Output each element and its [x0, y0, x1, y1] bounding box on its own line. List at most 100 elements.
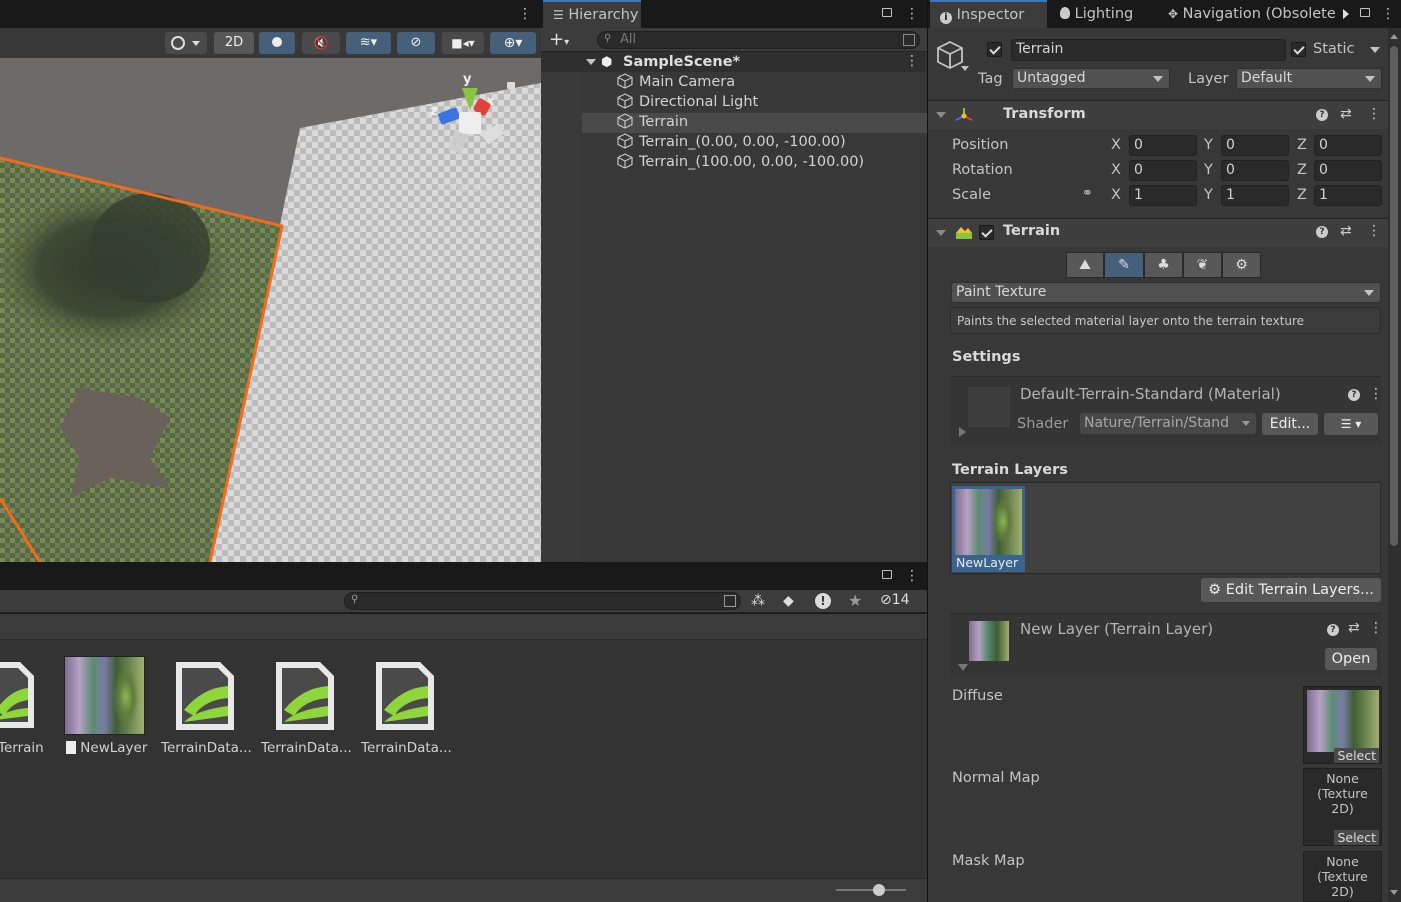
- hierarchy-item[interactable]: Main Camera: [617, 72, 735, 92]
- rotation-axis-x-field[interactable]: 0: [1129, 160, 1197, 181]
- preset-icon[interactable]: ⇄: [1340, 223, 1352, 239]
- hierarchy-search-input[interactable]: ⚲ All: [597, 31, 920, 49]
- scene-more-icon[interactable]: ⋮: [518, 6, 532, 22]
- scale-axis-x-label[interactable]: X: [1111, 187, 1121, 203]
- hierarchy-item[interactable]: Directional Light: [617, 92, 758, 112]
- gizmos-button[interactable]: ⊕▾: [490, 32, 536, 54]
- tab-lighting[interactable]: Lighting: [1050, 0, 1143, 28]
- hierarchy-more-icon[interactable]: ⋮: [905, 6, 919, 22]
- slider-thumb[interactable]: [873, 884, 885, 896]
- 2d-toggle-button[interactable]: 2D: [214, 32, 254, 54]
- search-expand-icon[interactable]: [903, 34, 915, 46]
- paint-mode-dropdown[interactable]: Paint Texture: [951, 282, 1381, 303]
- component-more-icon[interactable]: ⋮: [1367, 106, 1381, 122]
- paint-trees-tool[interactable]: ♣: [1144, 252, 1183, 278]
- asset-newlayer-thumb[interactable]: [64, 656, 145, 735]
- layer-more-icon[interactable]: ⋮: [1369, 620, 1383, 636]
- rotation-axis-y-field[interactable]: 0: [1221, 160, 1289, 181]
- diffuse-select[interactable]: Select: [1334, 748, 1379, 763]
- scene-view[interactable]: ⋮ 2D 🔇 ≋▾ ⊘ ■◂▾ ⊕▾ y x z <Persp: [0, 0, 541, 562]
- mask-texture-slot[interactable]: None (Texture 2D): [1303, 851, 1382, 902]
- hierarchy-item[interactable]: Terrain_(100.00, 0.00, -100.00): [617, 152, 864, 172]
- preset-icon[interactable]: ⇄: [1340, 106, 1352, 122]
- terrain-settings-tool[interactable]: ⚙: [1222, 252, 1261, 278]
- hierarchy-item[interactable]: Terrain: [617, 112, 688, 132]
- draw-mode-button[interactable]: [165, 32, 207, 54]
- scroll-down-icon[interactable]: [1390, 890, 1398, 895]
- edit-terrain-layers-button[interactable]: ⚙ Edit Terrain Layers...: [1201, 578, 1381, 602]
- hierarchy-item[interactable]: Terrain_(0.00, 0.00, -100.00): [617, 132, 846, 152]
- object-name-field[interactable]: Terrain: [1011, 39, 1286, 61]
- gizmo-projection-label[interactable]: <Persp: [438, 180, 488, 196]
- scale-axis-z-field[interactable]: 1: [1314, 185, 1382, 206]
- rotation-axis-z-label[interactable]: Z: [1297, 162, 1307, 178]
- edit-shader-button[interactable]: Edit...: [1262, 413, 1318, 435]
- normal-select[interactable]: Select: [1334, 830, 1379, 845]
- rotation-axis-y-label[interactable]: Y: [1204, 162, 1213, 178]
- project-more-icon[interactable]: ⋮: [905, 568, 919, 584]
- tab-scroll-right-icon[interactable]: [1343, 9, 1349, 19]
- help-icon[interactable]: ?: [1348, 389, 1360, 401]
- inspector-lock-icon[interactable]: [1360, 8, 1370, 17]
- static-dropdown-arrow[interactable]: [1370, 47, 1380, 53]
- paint-terrain-tool[interactable]: ✎: [1104, 252, 1144, 278]
- scene-visibility-button[interactable]: ⊘: [397, 32, 435, 54]
- create-object-button[interactable]: +▾: [549, 30, 569, 53]
- scale-axis-y-label[interactable]: Y: [1204, 187, 1213, 203]
- material-more-icon[interactable]: ⋮: [1369, 386, 1383, 402]
- position-axis-y-label[interactable]: Y: [1204, 137, 1213, 153]
- paint-details-tool[interactable]: ❦: [1183, 252, 1222, 278]
- scale-axis-z-label[interactable]: Z: [1297, 187, 1307, 203]
- static-checkbox[interactable]: [1291, 42, 1306, 57]
- warning-filter-icon[interactable]: !: [815, 593, 831, 609]
- favorite-star-icon[interactable]: ★: [848, 591, 862, 610]
- constrain-proportions-icon[interactable]: ⚭: [1082, 186, 1093, 201]
- normal-texture-slot[interactable]: None (Texture 2D) Select: [1303, 768, 1382, 846]
- asset-terrain-icon[interactable]: [0, 660, 35, 730]
- icon-dropdown-arrow[interactable]: [961, 66, 969, 71]
- hierarchy-lock-icon[interactable]: [882, 8, 892, 17]
- filter-by-label-icon[interactable]: ◆: [783, 593, 794, 609]
- hidden-packages-button[interactable]: ⊘14: [880, 592, 910, 608]
- search-expand-icon[interactable]: [724, 595, 736, 607]
- scene-root-row[interactable]: ⬢ SampleScene* ⋮: [541, 52, 927, 72]
- shader-dropdown[interactable]: Nature/Terrain/Stand: [1080, 413, 1256, 434]
- rotation-axis-z-field[interactable]: 0: [1314, 160, 1382, 181]
- project-lock-icon[interactable]: [882, 570, 892, 579]
- layer-dropdown[interactable]: Default: [1236, 68, 1382, 89]
- expand-arrow-icon[interactable]: [959, 427, 966, 437]
- inspector-more-icon[interactable]: ⋮: [1381, 6, 1395, 22]
- tag-dropdown[interactable]: Untagged: [1012, 68, 1170, 89]
- open-layer-button[interactable]: Open: [1325, 648, 1377, 670]
- position-axis-x-label[interactable]: X: [1111, 137, 1121, 153]
- asset-terraindata-2[interactable]: [274, 660, 336, 732]
- rotation-axis-x-label[interactable]: X: [1111, 162, 1121, 178]
- position-axis-x-field[interactable]: 0: [1129, 135, 1197, 156]
- scale-axis-y-field[interactable]: 1: [1221, 185, 1289, 206]
- inspector-scrollbar[interactable]: [1388, 28, 1401, 902]
- scene-more-icon[interactable]: ⋮: [905, 53, 919, 69]
- asset-terraindata-1[interactable]: [174, 660, 236, 732]
- project-search-input[interactable]: ⚲: [344, 592, 741, 610]
- expand-arrow-icon[interactable]: [958, 664, 968, 671]
- help-icon[interactable]: ?: [1316, 226, 1328, 238]
- icon-size-slider[interactable]: [836, 884, 906, 896]
- effects-button[interactable]: ≋▾: [346, 32, 391, 54]
- scroll-thumb[interactable]: [1390, 46, 1398, 546]
- lock-icon[interactable]: [507, 82, 515, 89]
- terrain-layer-item[interactable]: NewLayer: [952, 486, 1025, 572]
- help-icon[interactable]: ?: [1316, 109, 1328, 121]
- lighting-toggle-button[interactable]: [259, 32, 295, 54]
- tab-inspector[interactable]: i Inspector: [930, 0, 1047, 28]
- component-more-icon[interactable]: ⋮: [1367, 223, 1381, 239]
- position-axis-y-field[interactable]: 0: [1221, 135, 1289, 156]
- shader-options-button[interactable]: ☰ ▾: [1324, 413, 1378, 435]
- collapse-arrow-icon[interactable]: [936, 230, 946, 236]
- scroll-up-icon[interactable]: [1390, 34, 1398, 39]
- asset-terraindata-3[interactable]: [374, 660, 436, 732]
- active-checkbox[interactable]: [987, 42, 1002, 57]
- terrain-enabled-checkbox[interactable]: [979, 225, 994, 240]
- camera-button[interactable]: ■◂▾: [442, 32, 484, 54]
- position-axis-z-label[interactable]: Z: [1297, 137, 1307, 153]
- filter-by-type-icon[interactable]: ⁂: [751, 593, 765, 609]
